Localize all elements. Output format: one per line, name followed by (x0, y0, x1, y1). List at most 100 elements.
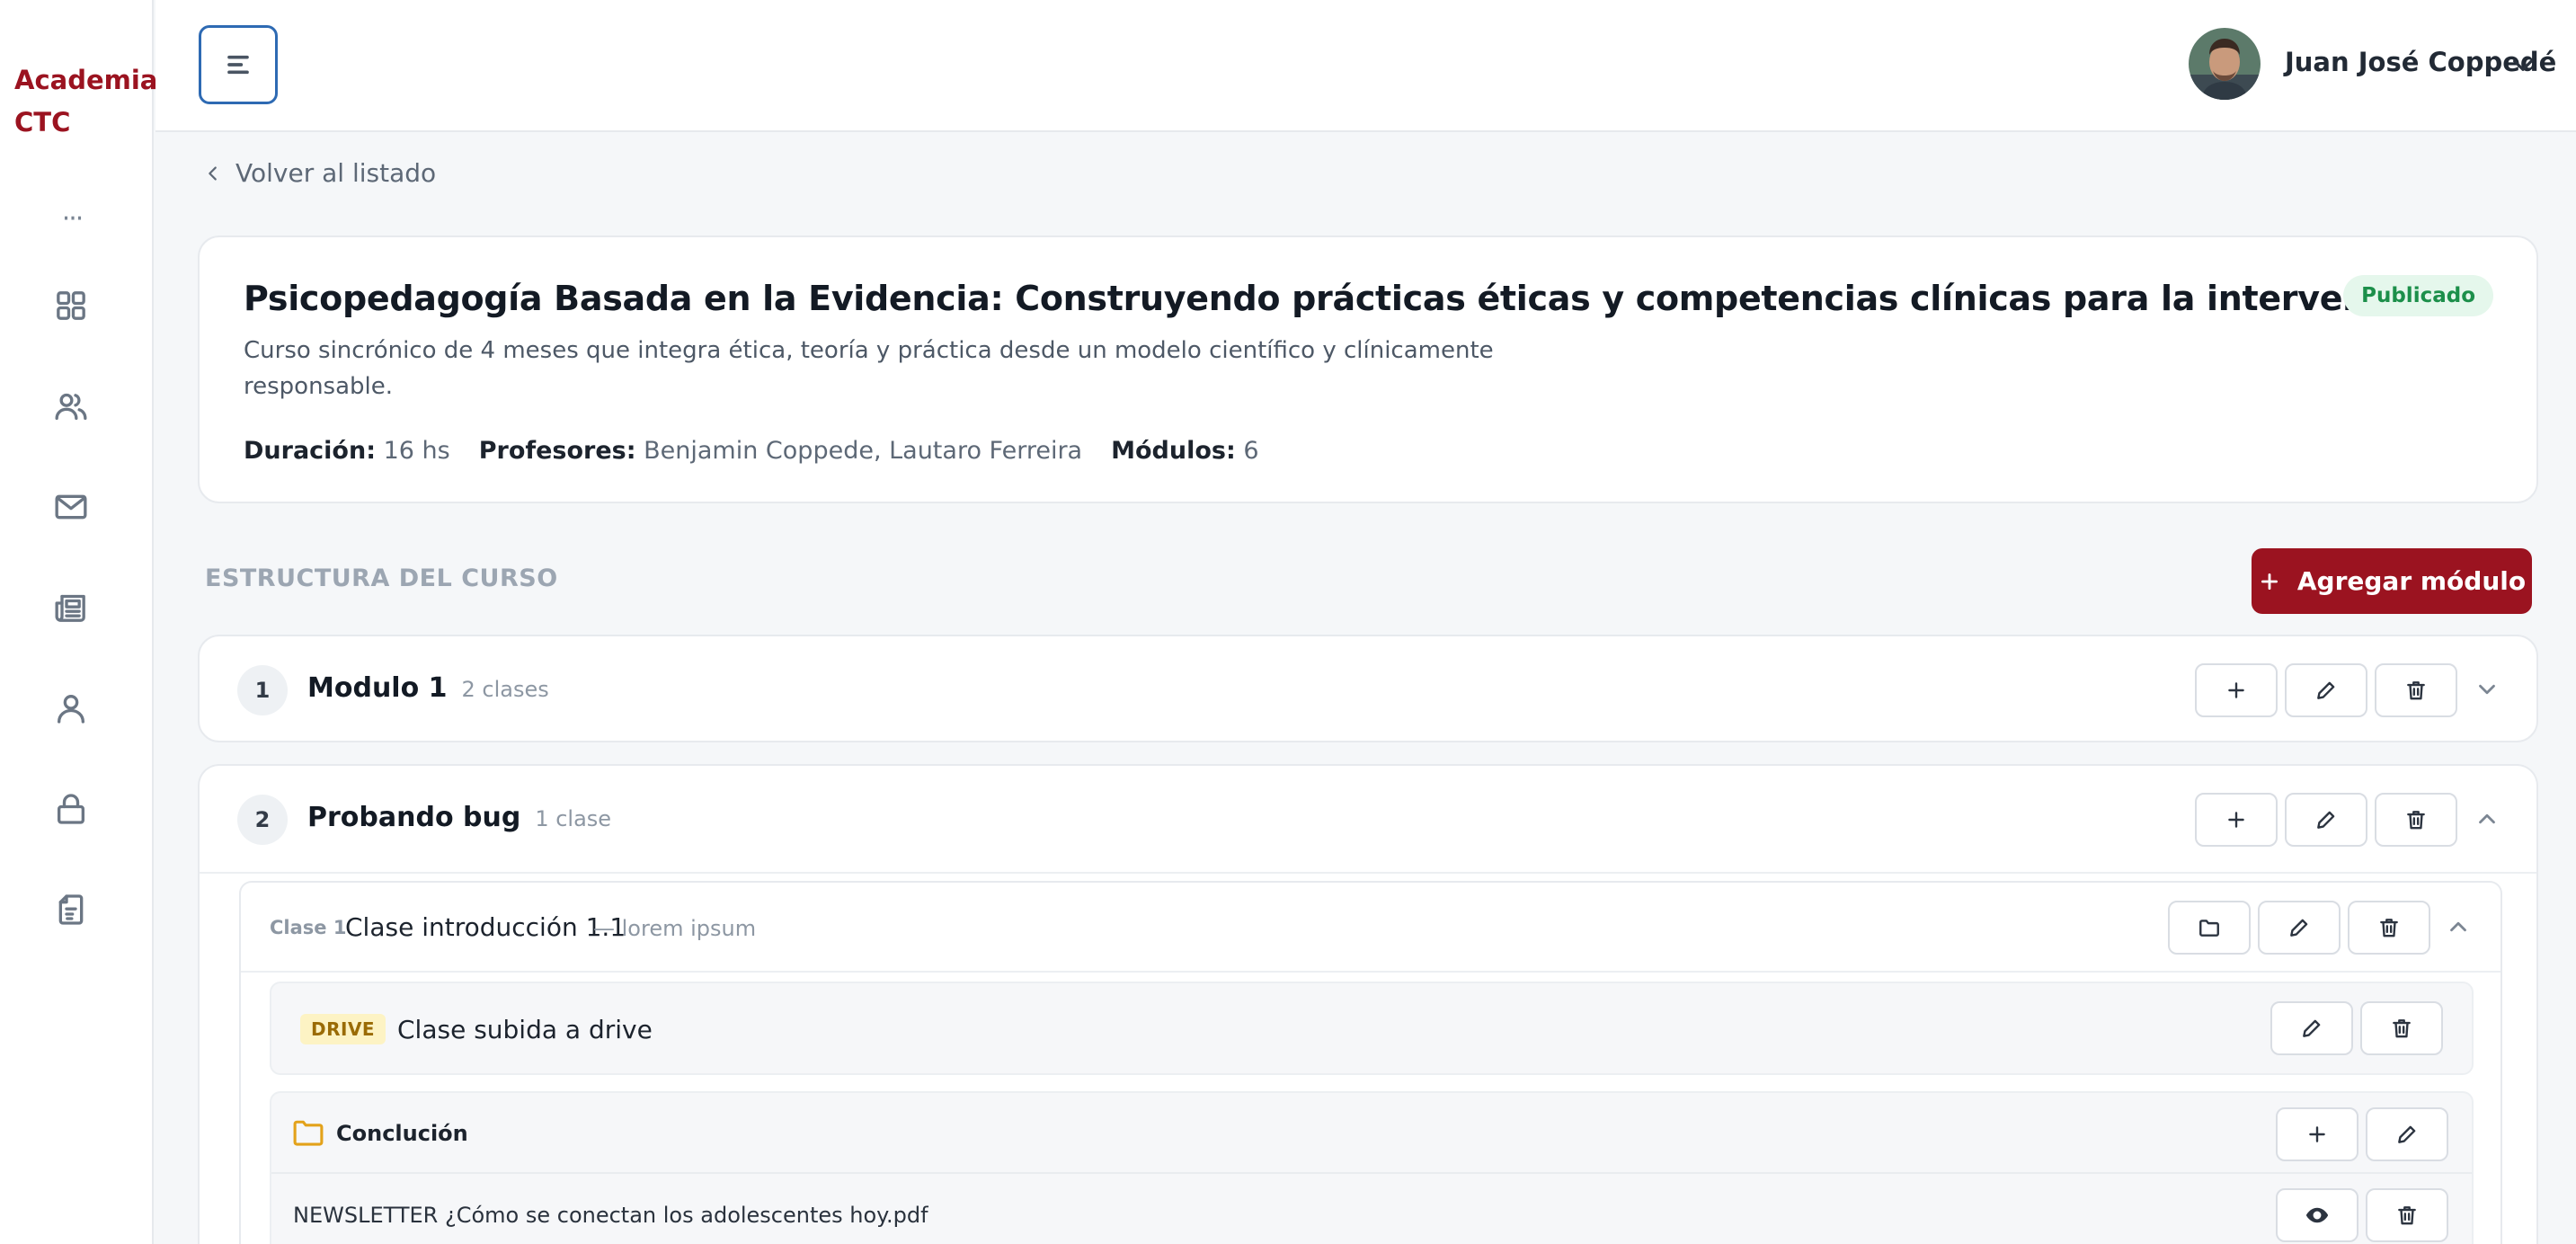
more-dots-icon[interactable]: ··· (56, 203, 88, 235)
app-logo[interactable]: Academia CTC (14, 59, 158, 144)
course-teachers: Profesores: Benjamin Coppede, Lautaro Fe… (479, 437, 1082, 465)
users-icon (55, 393, 87, 420)
edit-module-button[interactable] (2285, 663, 2367, 717)
chevron-up-icon[interactable] (2445, 913, 2472, 940)
folder-icon (293, 1120, 324, 1147)
drive-resource-row: DRIVE Clase subida a drive (270, 982, 2474, 1075)
class-subtitle: — lorem ipsum (593, 916, 757, 941)
delete-module-button[interactable] (2375, 663, 2457, 717)
sidebar-item-newsletter[interactable] (51, 588, 91, 627)
pencil-icon (2290, 919, 2308, 937)
add-file-button[interactable] (2276, 1107, 2358, 1161)
course-modules: Módulos: 6 (1111, 437, 1258, 465)
module-row: 2 Probando bug 1 clase Clase 1 Clase intr… (198, 764, 2538, 1244)
edit-module-button[interactable] (2285, 793, 2367, 847)
plus-icon (2309, 1126, 2325, 1142)
logo-line-1: Academia (14, 65, 158, 95)
pencil-icon (2398, 1125, 2416, 1143)
modules-value: 6 (1243, 437, 1259, 465)
trash-icon (2393, 1019, 2411, 1038)
sidebar-item-security[interactable] (51, 789, 91, 829)
module-title-text: Modulo 1 (307, 672, 448, 704)
module-title: Modulo 1 2 clases (307, 672, 549, 704)
module-class-count: 2 clases (461, 677, 549, 702)
menu-icon (227, 55, 249, 75)
newspaper-icon (55, 594, 85, 622)
edit-resource-button[interactable] (2270, 1001, 2353, 1055)
module-header[interactable]: 1 Modulo 1 2 clases (200, 636, 2536, 742)
trash-icon (2407, 811, 2425, 830)
avatar-photo (2189, 28, 2261, 100)
pencil-icon (2317, 681, 2335, 699)
view-file-button[interactable] (2276, 1188, 2358, 1242)
add-module-button[interactable]: Agregar módulo (2252, 548, 2532, 614)
status-badge: Publicado (2343, 275, 2493, 316)
topbar: Juan José Coppedé (155, 0, 2576, 132)
delete-resource-button[interactable] (2360, 1001, 2443, 1055)
sidebar-item-dashboard[interactable] (51, 286, 91, 325)
back-link[interactable]: Volver al listado (203, 158, 436, 188)
file-name[interactable]: NEWSLETTER ¿Cómo se conectan los adolesc… (293, 1203, 928, 1228)
delete-module-button[interactable] (2375, 793, 2457, 847)
sidebar: Academia CTC ··· (0, 0, 158, 1244)
menu-toggle-button[interactable] (199, 25, 278, 104)
add-class-button[interactable] (2195, 663, 2278, 717)
folder-block: Conclución NEWSLETTER ¿Cómo se conectan … (270, 1091, 2474, 1244)
pencil-icon (2303, 1019, 2321, 1037)
module-title-text: Probando bug (307, 802, 521, 833)
sidebar-item-documents[interactable] (51, 890, 91, 929)
folder-title: Conclución (336, 1121, 468, 1146)
trash-icon (2407, 681, 2425, 700)
add-module-label: Agregar módulo (2296, 566, 2527, 596)
chevron-left-icon (209, 165, 217, 181)
sidebar-item-users[interactable] (51, 387, 91, 426)
teachers-label: Profesores: (478, 437, 636, 465)
chevron-down-icon[interactable] (2509, 50, 2537, 79)
mail-icon (55, 494, 87, 520)
course-title: Psicopedagogía Basada en la Evidencia: C… (244, 279, 2446, 318)
edit-folder-button[interactable] (2366, 1107, 2448, 1161)
module-header[interactable]: 2 Probando bug 1 clase (200, 766, 2536, 872)
chevron-down-icon[interactable] (2474, 676, 2500, 703)
class-card: Clase 1 Clase introducción 1.1 — lorem i… (239, 881, 2502, 1244)
delete-file-button[interactable] (2366, 1188, 2448, 1242)
class-label: Clase 1 (270, 917, 347, 938)
duration-label: Duración: (244, 437, 376, 465)
class-header[interactable]: Clase 1 Clase introducción 1.1 — lorem i… (241, 883, 2500, 973)
duration-value: 16 hs (383, 437, 450, 465)
user-icon (58, 695, 85, 724)
modules-label: Módulos: (1111, 437, 1236, 465)
course-summary-card: Psicopedagogía Basada en la Evidencia: C… (198, 235, 2538, 503)
add-folder-button[interactable] (2168, 901, 2251, 955)
delete-class-button[interactable] (2348, 901, 2430, 955)
folder-icon (2199, 920, 2219, 937)
plus-icon (2228, 812, 2244, 828)
sidebar-item-messages[interactable] (51, 487, 91, 527)
folder-header[interactable]: Conclución (271, 1093, 2472, 1174)
avatar[interactable] (2189, 28, 2261, 100)
course-meta: Duración: 16 hs Profesores: Benjamin Cop… (244, 437, 1259, 465)
lock-icon (58, 794, 84, 824)
grid-icon (57, 291, 85, 320)
eye-icon (2305, 1207, 2329, 1223)
drive-resource-title[interactable]: Clase subida a drive (397, 1015, 653, 1044)
back-link-label: Volver al listado (235, 158, 437, 188)
class-title: Clase introducción 1.1 (345, 912, 626, 942)
module-number: 1 (237, 665, 288, 715)
course-description: Curso sincrónico de 4 meses que integra … (244, 337, 1494, 400)
module-number: 2 (237, 795, 288, 845)
teachers-value: Benjamin Coppede, Lautaro Ferreira (644, 437, 1083, 465)
module-class-count: 1 clase (535, 806, 612, 831)
document-icon (58, 894, 84, 925)
divider (200, 872, 2536, 874)
add-class-button[interactable] (2195, 793, 2278, 847)
trash-icon (2398, 1206, 2416, 1225)
chevron-up-icon[interactable] (2474, 805, 2500, 832)
drive-badge: DRIVE (300, 1014, 386, 1044)
section-title: ESTRUCTURA DEL CURSO (205, 564, 558, 592)
plus-icon (2228, 682, 2244, 698)
file-row: NEWSLETTER ¿Cómo se conectan los adolesc… (271, 1176, 2472, 1244)
edit-class-button[interactable] (2258, 901, 2341, 955)
pencil-icon (2317, 811, 2335, 829)
sidebar-item-profile[interactable] (51, 689, 91, 728)
